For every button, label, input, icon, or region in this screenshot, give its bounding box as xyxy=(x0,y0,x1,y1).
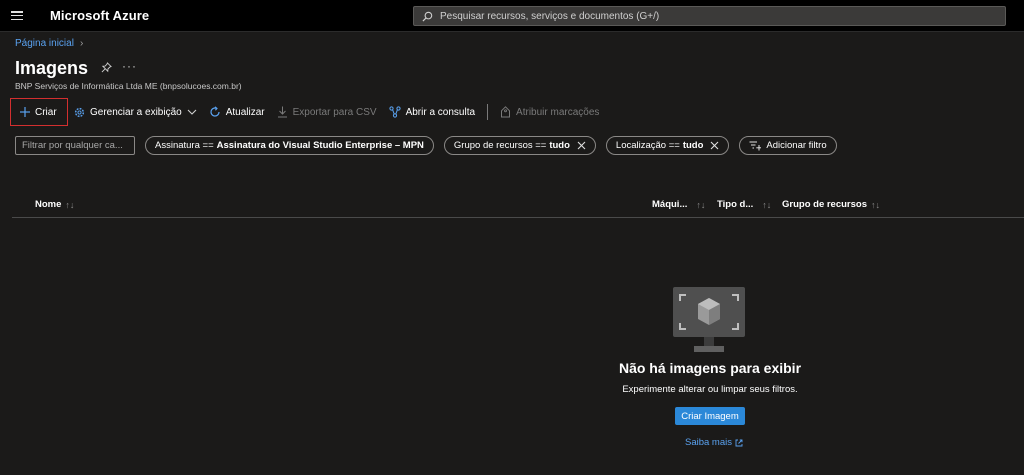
add-filter-button[interactable]: Adicionar filtro xyxy=(739,136,837,155)
filter-bar: Assinatura == Assinatura do Visual Studi… xyxy=(15,136,837,155)
toolbar-divider xyxy=(487,104,489,120)
tag-icon xyxy=(501,106,511,118)
close-icon[interactable] xyxy=(577,141,586,150)
column-header-name[interactable]: Nome ↑↓ xyxy=(35,199,74,210)
column-header-label: Nome xyxy=(35,199,62,210)
refresh-label: Atualizar xyxy=(225,106,265,118)
assign-tags-button[interactable]: Atribuir marcações xyxy=(494,98,605,126)
refresh-icon xyxy=(210,106,220,117)
brand-title[interactable]: Microsoft Azure xyxy=(50,8,149,23)
learn-more-link[interactable]: Saiba mais xyxy=(685,437,743,448)
add-filter-label: Adicionar filtro xyxy=(766,140,827,151)
open-query-button[interactable]: Abrir a consulta xyxy=(383,98,481,126)
download-icon xyxy=(277,106,287,118)
subscription-filter-label: Assinatura == xyxy=(155,140,214,151)
export-csv-button[interactable]: Exportar para CSV xyxy=(271,98,383,126)
resource-group-filter-pill[interactable]: Grupo de recursos == tudo xyxy=(443,136,596,155)
filter-input[interactable] xyxy=(15,136,135,155)
table-header: Nome ↑↓ Máqui... ↑↓ Tipo d... ↑↓ Grupo d… xyxy=(12,193,1024,218)
resource-group-filter-value: tudo xyxy=(549,140,570,151)
image-monitor-icon xyxy=(673,287,745,352)
chevron-right-icon: › xyxy=(79,38,84,49)
close-icon[interactable] xyxy=(710,141,719,150)
manage-view-button[interactable]: Gerenciar a exibição xyxy=(68,98,203,126)
global-search[interactable] xyxy=(413,6,1006,26)
breadcrumb-home-link[interactable]: Página inicial xyxy=(15,38,74,49)
location-filter-value: tudo xyxy=(682,140,704,151)
export-csv-label: Exportar para CSV xyxy=(292,106,377,118)
chevron-down-icon xyxy=(187,109,197,115)
add-filter-icon xyxy=(749,141,762,151)
top-bar: Microsoft Azure xyxy=(0,0,1024,32)
column-header-resource-group[interactable]: Grupo de recursos ↑↓ xyxy=(782,199,880,210)
assign-tags-label: Atribuir marcações xyxy=(516,106,600,118)
empty-state-subtitle: Experimente alterar ou limpar seus filtr… xyxy=(622,384,798,395)
column-header-label: Tipo d... xyxy=(717,199,754,210)
breadcrumb: Página inicial › xyxy=(15,38,83,49)
page-subtitle: BNP Serviços de Informática Ltda ME (bnp… xyxy=(15,81,242,91)
query-icon xyxy=(388,106,401,118)
plus-icon xyxy=(20,107,30,117)
sort-icon: ↑↓ xyxy=(696,199,706,210)
column-header-machine[interactable]: Máqui... ↑↓ xyxy=(652,199,705,210)
sort-icon: ↑↓ xyxy=(762,199,772,210)
column-header-type[interactable]: Tipo d... ↑↓ xyxy=(717,199,771,210)
hamburger-icon[interactable] xyxy=(11,9,23,23)
page-title: Imagens xyxy=(15,58,89,78)
empty-state-title: Não há imagens para exibir xyxy=(618,360,802,376)
column-header-label: Máqui... xyxy=(652,199,688,210)
search-icon xyxy=(422,11,433,22)
manage-view-label: Gerenciar a exibição xyxy=(90,106,182,118)
location-filter-pill[interactable]: Localização == tudo xyxy=(605,136,730,155)
learn-more-label: Saiba mais xyxy=(685,437,732,448)
subscription-filter-value: Assinatura do Visual Studio Enterprise –… xyxy=(216,140,424,151)
external-link-icon xyxy=(735,439,743,446)
subscription-filter-pill[interactable]: Assinatura == Assinatura do Visual Studi… xyxy=(145,136,434,155)
create-image-button[interactable]: Criar Imagem xyxy=(675,407,745,425)
resource-group-filter-label: Grupo de recursos == xyxy=(453,140,547,151)
pin-icon[interactable] xyxy=(101,62,112,73)
search-input[interactable] xyxy=(438,9,1002,23)
command-bar: Criar Gerenciar a exibição Atualizar Exp… xyxy=(10,98,605,126)
column-header-label: Grupo de recursos xyxy=(782,199,867,210)
create-button-label: Criar xyxy=(35,106,57,118)
more-options-button[interactable]: ··· xyxy=(122,59,137,73)
location-filter-label: Localização == xyxy=(615,140,680,151)
sort-icon: ↑↓ xyxy=(871,199,880,210)
sort-icon: ↑↓ xyxy=(65,199,75,210)
gear-icon xyxy=(74,107,85,117)
refresh-button[interactable]: Atualizar xyxy=(203,98,271,126)
create-button[interactable]: Criar xyxy=(10,98,68,126)
open-query-label: Abrir a consulta xyxy=(405,106,476,118)
